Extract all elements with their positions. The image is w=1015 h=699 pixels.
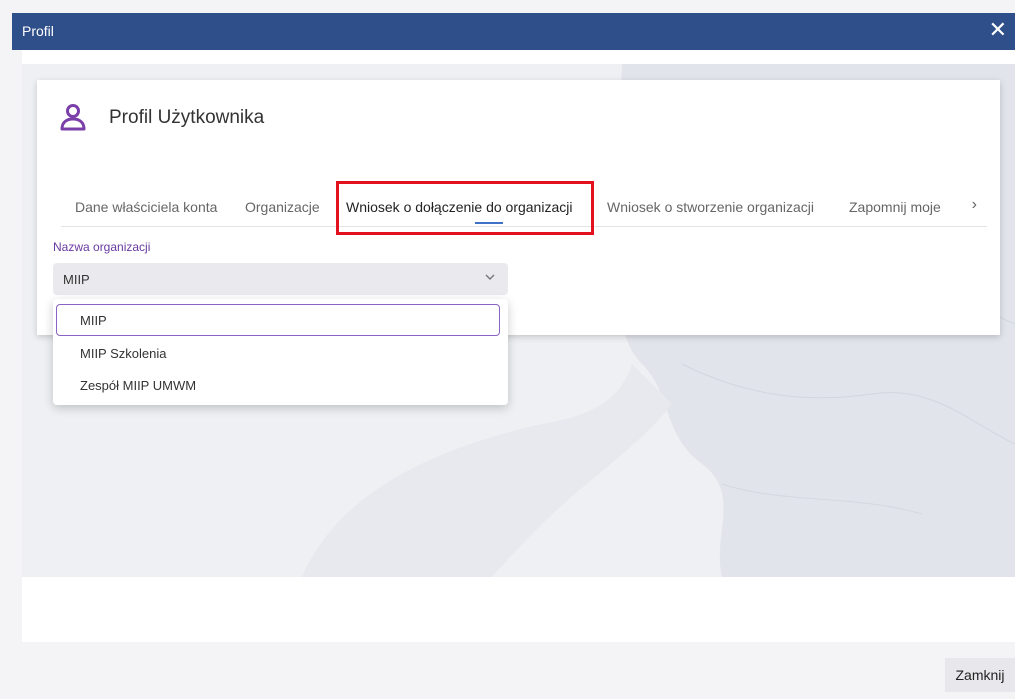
close-icon[interactable]: ✕ [989, 18, 1007, 42]
selected-value: MIIP [63, 272, 90, 287]
close-button[interactable]: Zamknij [945, 658, 1015, 692]
option-label: Zespół MIIP UMWM [80, 378, 197, 393]
user-icon [59, 102, 91, 134]
organization-dropdown: MIIP MIIP Szkolenia Zespół MIIP UMWM [53, 299, 508, 405]
chevron-down-icon [485, 274, 495, 280]
organization-select[interactable]: MIIP [53, 263, 508, 295]
option-zespol-miip-umwm[interactable]: Zespół MIIP UMWM [53, 369, 508, 401]
tab-create-request[interactable]: Wniosek o stworzenie organizacji [607, 199, 814, 215]
dialog-title: Profil [22, 23, 54, 39]
option-miip[interactable]: MIIP [56, 304, 500, 336]
option-miip-szkolenia[interactable]: MIIP Szkolenia [53, 337, 508, 369]
option-label: MIIP Szkolenia [80, 346, 167, 361]
card-header: Profil Użytkownika [59, 102, 264, 134]
chevron-right-icon[interactable]: › [972, 196, 977, 214]
tab-forget-me[interactable]: Zapomnij moje [849, 199, 941, 215]
option-label: MIIP [80, 313, 107, 328]
tab-organizations[interactable]: Organizacje [245, 199, 320, 215]
card-title: Profil Użytkownika [109, 107, 265, 128]
tab-account-owner[interactable]: Dane właściciela konta [75, 199, 217, 215]
dialog-titlebar: Profil ✕ [12, 13, 1015, 50]
organization-name-label: Nazwa organizacji [53, 240, 151, 254]
highlight-box [336, 181, 594, 235]
